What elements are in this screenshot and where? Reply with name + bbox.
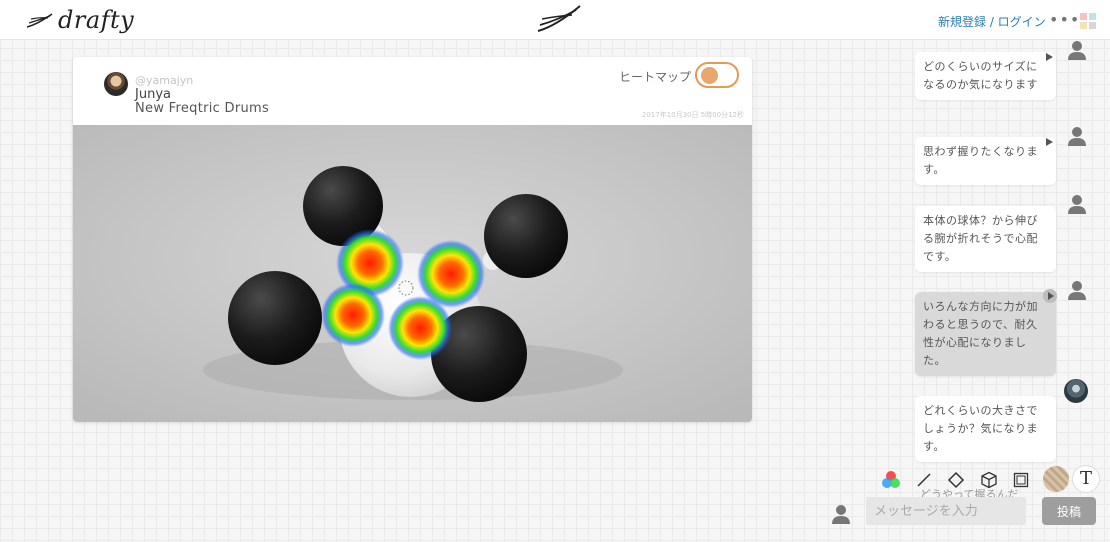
heatmap-spot — [321, 283, 385, 347]
post-image[interactable] — [73, 125, 752, 422]
frame-tool[interactable] — [1007, 468, 1035, 492]
line-tool[interactable] — [910, 468, 938, 492]
cube-icon — [981, 471, 997, 489]
logo[interactable]: drafty — [26, 6, 134, 34]
app-grid-icon[interactable] — [1080, 13, 1098, 31]
line-icon — [917, 473, 931, 487]
top-bar: drafty 新規登録 / ログイン ••• — [0, 0, 1110, 40]
user-icon[interactable] — [1066, 125, 1088, 147]
comment-text: いろんな方向に力が加わると思うので、耐久性が心配になりました。 — [923, 300, 1038, 367]
user-icon[interactable] — [1066, 279, 1088, 301]
text-tool[interactable]: T — [1072, 465, 1100, 493]
drum-pad — [228, 271, 322, 365]
color-picker-tool[interactable] — [877, 468, 905, 492]
comment-text: どのくらいのサイズになるのか気になります — [923, 60, 1038, 91]
comment-text: 本体の球体？から伸びる腕が折れそうで心配です。 — [923, 214, 1038, 263]
drum-pad — [484, 194, 568, 278]
comment-text: 思わず握りたくなります。 — [923, 145, 1038, 176]
logo-text: drafty — [58, 6, 135, 34]
play-icon[interactable] — [1046, 138, 1053, 146]
post-title: New Freqtric Drums — [135, 101, 270, 116]
color-wheel-icon — [882, 471, 900, 488]
current-user-icon — [832, 505, 850, 524]
more-icon[interactable]: ••• — [1049, 10, 1080, 29]
author-handle[interactable]: @yamajyn — [135, 74, 193, 87]
toggle-knob — [701, 67, 718, 84]
comment-bubble-selected[interactable]: いろんな方向に力が加わると思うので、耐久性が心配になりました。 — [915, 292, 1056, 376]
author-avatar[interactable] — [104, 72, 128, 96]
user-icon[interactable] — [1066, 193, 1088, 215]
heatmap-spot — [388, 296, 452, 360]
wing-logo-icon — [26, 13, 53, 28]
comment-bubble[interactable]: どのくらいのサイズになるのか気になります — [915, 52, 1056, 100]
heatmap-label: ヒートマップ — [619, 70, 692, 84]
shape-tool[interactable] — [942, 468, 970, 492]
commenter-photo-avatar[interactable] — [1064, 379, 1088, 403]
author-name[interactable]: Junya — [135, 87, 171, 102]
texture-swatch[interactable] — [1043, 466, 1069, 492]
message-input[interactable] — [866, 497, 1026, 525]
diamond-icon — [947, 471, 965, 489]
wing-mark-icon — [537, 5, 581, 32]
comment-bubble[interactable]: 思わず握りたくなります。 — [915, 137, 1056, 185]
comment-text: どれくらいの大きさでしょうか？気になります。 — [923, 404, 1038, 453]
heatmap-toggle[interactable] — [695, 62, 739, 88]
comment-bubble[interactable]: どれくらいの大きさでしょうか？気になります。 — [915, 396, 1056, 462]
3d-tool[interactable] — [975, 468, 1003, 492]
play-circle-icon[interactable] — [1043, 289, 1057, 303]
frame-icon — [1013, 472, 1029, 488]
post-button[interactable]: 投稿 — [1042, 497, 1096, 525]
post-card: @yamajyn Junya New Freqtric Drums ヒートマップ… — [73, 57, 752, 422]
play-icon[interactable] — [1046, 53, 1053, 61]
post-header: @yamajyn Junya New Freqtric Drums ヒートマップ… — [73, 57, 752, 125]
signup-login-link[interactable]: 新規登録 / ログイン — [938, 13, 1046, 30]
post-date: 2017年10月30日 5時00分12秒 — [641, 111, 744, 119]
comment-bubble[interactable]: 本体の球体？から伸びる腕が折れそうで心配です。 — [915, 206, 1056, 272]
user-icon[interactable] — [1066, 39, 1088, 61]
